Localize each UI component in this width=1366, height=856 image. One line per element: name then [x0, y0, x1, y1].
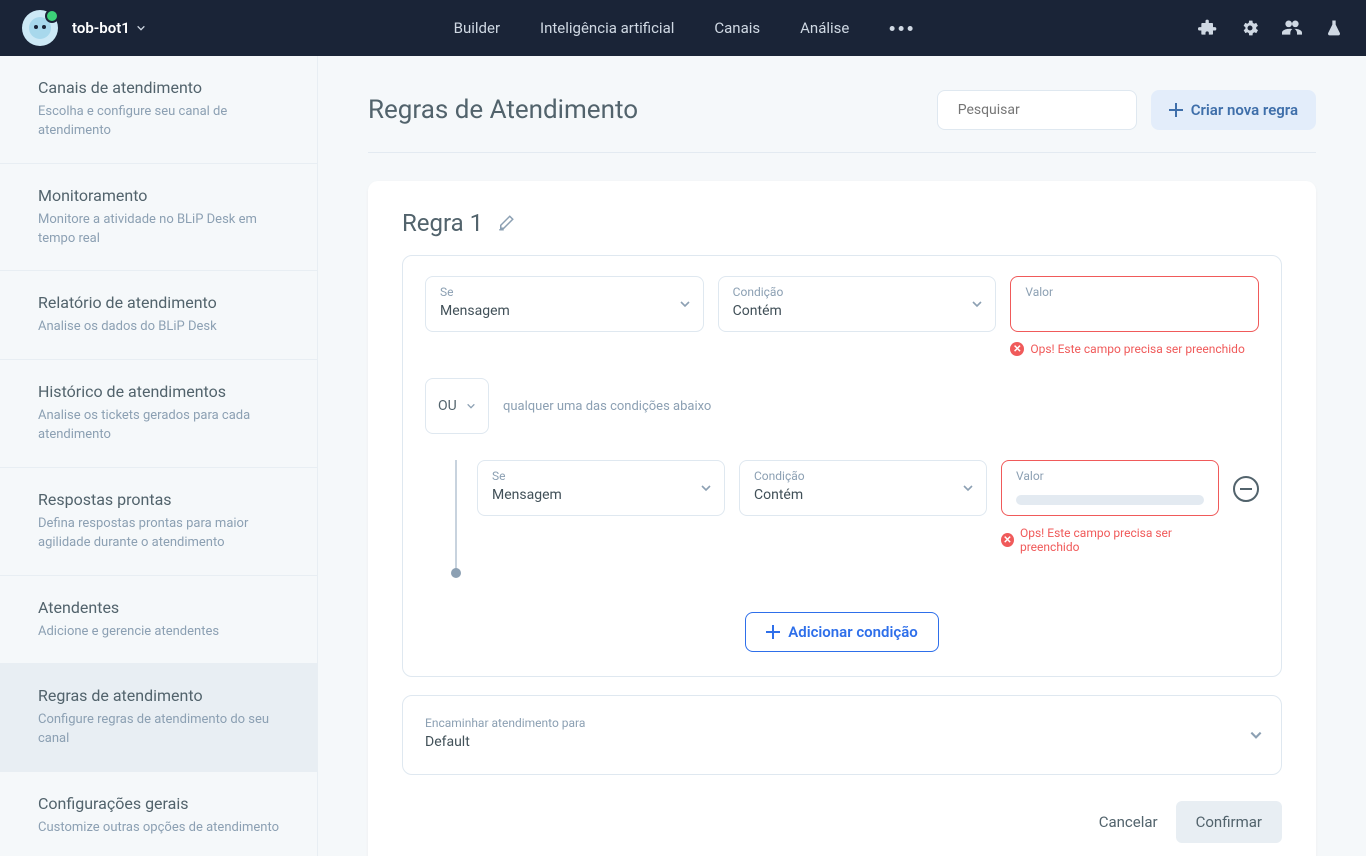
chevron-down-icon	[971, 298, 983, 310]
sidebar-item-canais[interactable]: Canais de atendimentoEscolha e configure…	[0, 56, 317, 164]
sidebar-item-respostas[interactable]: Respostas prontasDefina respostas pronta…	[0, 468, 317, 576]
nav-ai[interactable]: Inteligência artificial	[540, 19, 674, 37]
sidebar-item-regras[interactable]: Regras de atendimentoConfigure regras de…	[0, 664, 317, 772]
nested-cond-select[interactable]: Condição Contém	[739, 460, 987, 516]
topbar: tob-bot1 Builder Inteligência artificial…	[0, 0, 1366, 56]
branch-dot	[451, 568, 461, 578]
error-icon: ✕	[1001, 533, 1014, 547]
remove-condition-button[interactable]	[1233, 476, 1259, 502]
or-operator-select[interactable]: OU	[425, 378, 489, 434]
nested-if-select[interactable]: Se Mensagem	[477, 460, 725, 516]
primary-value-input[interactable]: Valor	[1010, 276, 1259, 332]
sidebar-item-relatorio[interactable]: Relatório de atendimentoAnalise os dados…	[0, 271, 317, 360]
chevron-down-icon	[962, 482, 974, 494]
primary-cond-select[interactable]: Condição Contém	[718, 276, 997, 332]
chevron-down-icon	[1249, 728, 1263, 742]
bot-selector[interactable]: tob-bot1	[72, 19, 146, 37]
forward-select[interactable]: Encaminhar atendimento para Default	[402, 695, 1282, 775]
chevron-down-icon	[136, 23, 146, 33]
bot-avatar[interactable]	[22, 10, 58, 46]
divider	[368, 152, 1316, 153]
top-icons	[1198, 18, 1344, 38]
chevron-down-icon	[466, 401, 476, 411]
conditions-box: Se Mensagem Condição Contém Valor	[402, 255, 1282, 677]
error-icon: ✕	[1010, 342, 1024, 356]
top-nav: Builder Inteligência artificial Canais A…	[454, 19, 913, 37]
sidebar-item-atendentes[interactable]: AtendentesAdicione e gerencie atendentes	[0, 576, 317, 665]
users-icon[interactable]	[1282, 18, 1302, 38]
confirm-button[interactable]: Confirmar	[1176, 801, 1282, 843]
edit-icon[interactable]	[497, 214, 515, 232]
nav-analise[interactable]: Análise	[800, 19, 849, 37]
add-condition-button[interactable]: Adicionar condição	[745, 612, 939, 652]
nav-builder[interactable]: Builder	[454, 19, 500, 37]
more-menu[interactable]	[889, 19, 912, 37]
or-hint: qualquer uma das condições abaixo	[503, 399, 711, 414]
nested-value-input[interactable]: Valor	[1001, 460, 1219, 516]
rule-card: Regra 1 Se Mensagem Condição Contém	[368, 181, 1316, 856]
search-input[interactable]	[958, 102, 1136, 118]
bot-name-label: tob-bot1	[72, 19, 130, 37]
plus-icon	[1169, 103, 1183, 117]
sidebar-item-historico[interactable]: Histórico de atendimentosAnalise os tick…	[0, 360, 317, 468]
page-title: Regras de Atendimento	[368, 95, 923, 125]
plugin-icon[interactable]	[1198, 18, 1218, 38]
new-rule-button[interactable]: Criar nova regra	[1151, 90, 1316, 130]
primary-error: ✕ Ops! Este campo precisa ser preenchido	[1010, 342, 1259, 356]
primary-if-select[interactable]: Se Mensagem	[425, 276, 704, 332]
value-placeholder	[1016, 495, 1204, 505]
rule-title: Regra 1	[402, 209, 483, 237]
gear-icon[interactable]	[1240, 18, 1260, 38]
cancel-button[interactable]: Cancelar	[1099, 813, 1158, 831]
nested-error: ✕ Ops! Este campo precisa ser preenchido	[1001, 526, 1219, 554]
flask-icon[interactable]	[1324, 18, 1344, 38]
chevron-down-icon	[700, 482, 712, 494]
branch-line	[455, 460, 457, 574]
chevron-down-icon	[679, 298, 691, 310]
plus-icon	[766, 625, 780, 639]
nav-canais[interactable]: Canais	[714, 19, 760, 37]
main-content: Regras de Atendimento Criar nova regra R…	[318, 56, 1366, 856]
search-field[interactable]	[937, 90, 1137, 130]
sidebar-item-config[interactable]: Configurações geraisCustomize outras opç…	[0, 772, 317, 856]
sidebar-item-monitoramento[interactable]: MonitoramentoMonitore a atividade no BLi…	[0, 164, 317, 272]
sidebar: Canais de atendimentoEscolha e configure…	[0, 56, 318, 856]
